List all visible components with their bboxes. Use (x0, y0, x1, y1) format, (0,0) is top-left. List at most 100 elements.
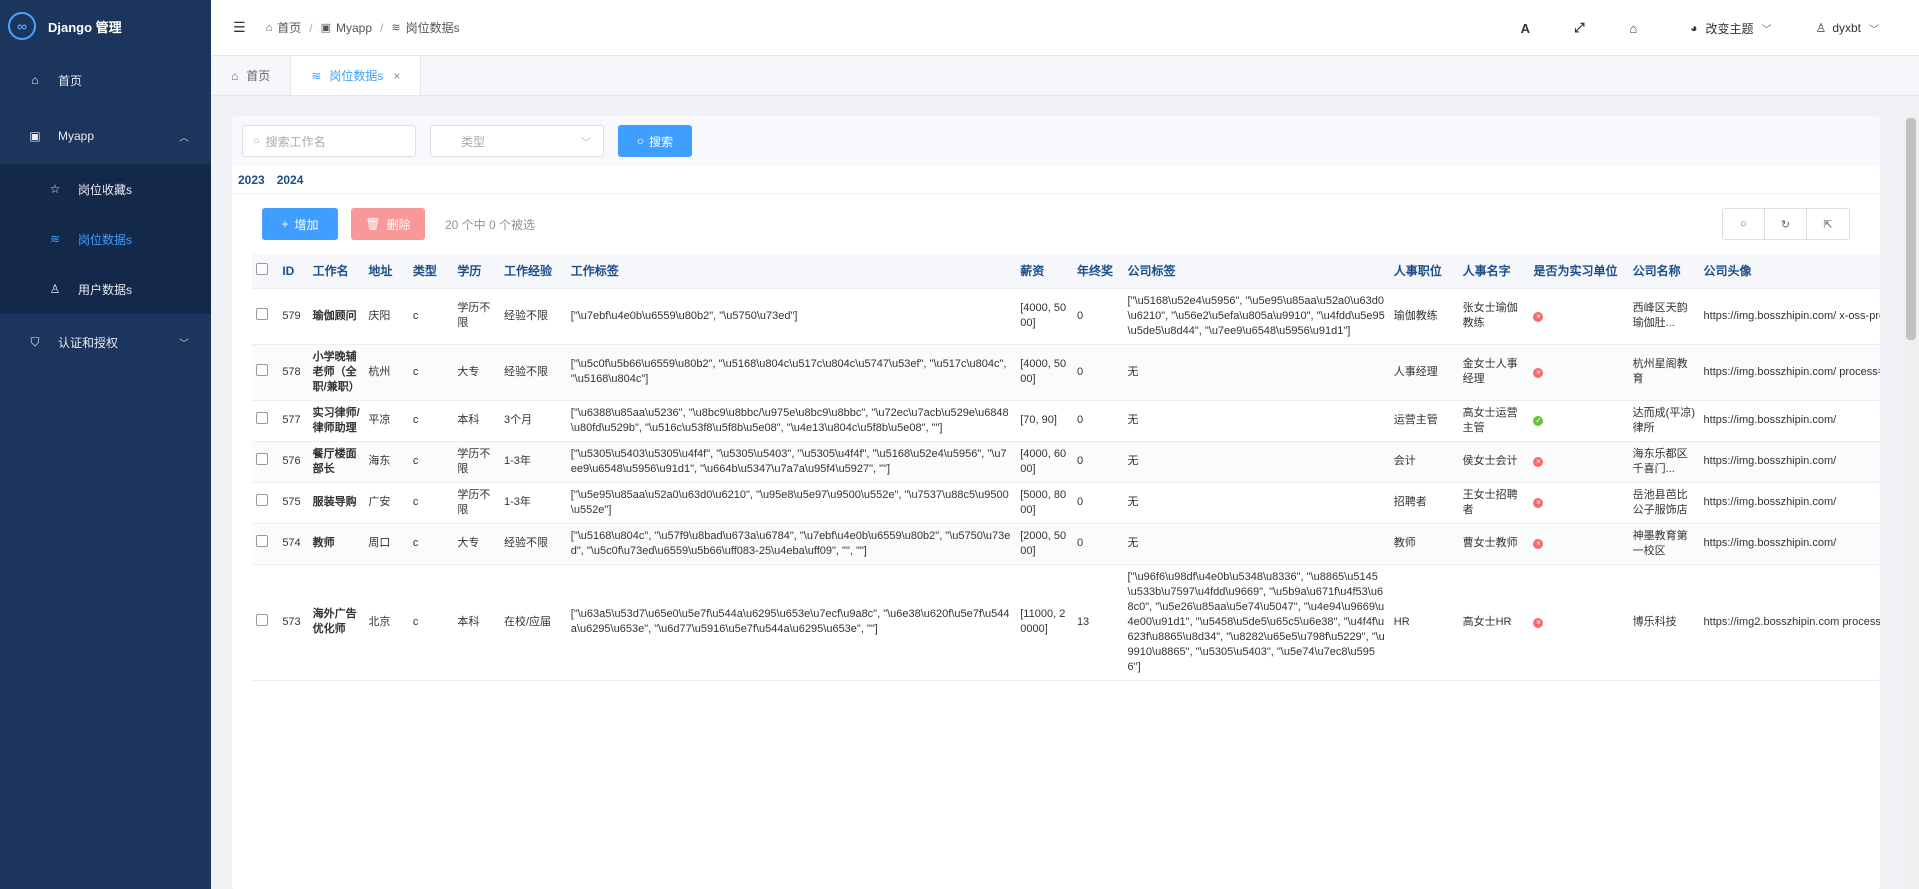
sidebar-item-job-favorites[interactable]: ☆ 岗位收藏s (0, 164, 211, 214)
year-filter: 2023 2024 (232, 166, 1880, 194)
table-row[interactable]: 576 餐厅楼面部长 海东 c 学历不限 1-3年 ["\u5305\u5403… (252, 441, 1880, 483)
table-row[interactable]: 579 瑜伽顾问 庆阳 c 学历不限 经验不限 ["\u7ebf\u4e0b\u… (252, 288, 1880, 345)
column-header[interactable]: 公司头像 (1699, 254, 1880, 289)
add-button[interactable]: + 增加 (262, 208, 338, 240)
django-logo-icon: ∞ (8, 12, 36, 40)
type-select-placeholder: 类型 (461, 134, 486, 149)
cell-job-name-link[interactable]: 服装导购 (308, 482, 365, 524)
cell-company-avatar: https://img.bosszhipin.com/ (1699, 441, 1880, 483)
tab-label: 首页 (246, 69, 271, 83)
table-row[interactable]: 575 服装导购 广安 c 学历不限 1-3年 ["\u5e95\u85aa\u… (252, 482, 1880, 524)
sidebar-item-auth[interactable]: ⛉ 认证和授权 ﹀ (0, 314, 211, 370)
cell-experience: 经验不限 (499, 523, 567, 565)
cell-hr-position: 招聘者 (1389, 482, 1459, 524)
column-header[interactable]: 地址 (364, 254, 409, 289)
sidebar-item-job-data[interactable]: ≋ 岗位数据s (0, 214, 211, 264)
cell-address: 周口 (364, 523, 409, 565)
sidebar-item-home[interactable]: ⌂ 首页 (0, 52, 211, 108)
table-row[interactable]: 573 海外广告优化师 北京 c 本科 在校/应届 ["\u63a5\u53d7… (252, 564, 1880, 681)
search-button[interactable]: ○ 搜索 (618, 125, 692, 157)
cell-company-avatar: https://img2.bosszhipin.com process=imag… (1699, 564, 1880, 681)
cell-job-name-link[interactable]: 小学晚辅老师（全职/兼职） (308, 344, 365, 401)
row-checkbox[interactable] (256, 307, 268, 320)
cell-education: 学历不限 (453, 482, 500, 524)
cell-hr-name: 曹女士教师 (1458, 523, 1530, 565)
search-icon[interactable]: ○ (1723, 209, 1765, 239)
chevron-down-icon: ﹀ (1869, 24, 1879, 36)
cell-company-tags: 无 (1123, 523, 1390, 565)
row-checkbox[interactable] (256, 363, 268, 376)
vertical-scrollbar[interactable] (1903, 116, 1919, 889)
row-checkbox[interactable] (256, 535, 268, 547)
column-header[interactable]: 类型 (408, 254, 454, 289)
user-dropdown[interactable]: ♙ dyxbt ﹀ (1816, 21, 1879, 36)
cell-hr-position: HR (1389, 564, 1459, 681)
cell-job-name-link[interactable]: 瑜伽顾问 (308, 288, 365, 345)
table-row[interactable]: 578 小学晚辅老师（全职/兼职） 杭州 c 大专 经验不限 ["\u5c0f\… (252, 344, 1880, 401)
brand[interactable]: ∞ Django 管理 (0, 0, 211, 52)
false-icon: × (1533, 457, 1544, 467)
column-header[interactable]: 学历 (453, 254, 500, 289)
export-icon[interactable]: ⇱ (1807, 209, 1849, 239)
column-header[interactable]: 人事名字 (1458, 254, 1530, 289)
theme-dropdown[interactable]: ◕ 改变主题 ﹀ (1690, 20, 1771, 37)
cell-bonus: 0 (1072, 400, 1124, 442)
breadcrumb-home[interactable]: 首页 (277, 19, 301, 36)
cell-job-name-link[interactable]: 餐厅楼面部长 (308, 441, 365, 483)
column-header[interactable]: 公司名称 (1628, 254, 1700, 289)
menu-toggle-icon[interactable]: ☰ (233, 19, 246, 36)
home-icon[interactable]: ⌂ (1606, 21, 1660, 36)
table-row[interactable]: 574 教师 周口 c 大专 经验不限 ["\u5168\u804c", "\u… (252, 523, 1880, 565)
row-checkbox[interactable] (256, 613, 268, 626)
cell-job-name-link[interactable]: 实习律师/律师助理 (308, 400, 365, 442)
column-header[interactable]: 人事职位 (1389, 254, 1459, 289)
cell-job-name-link[interactable]: 教师 (308, 523, 365, 565)
close-icon[interactable]: × (393, 69, 400, 83)
column-header[interactable]: 公司标签 (1123, 254, 1390, 289)
tab-job-data[interactable]: ≋ 岗位数据s × (291, 56, 422, 95)
plus-icon: + (281, 217, 289, 231)
column-header[interactable]: 薪资 (1016, 254, 1073, 289)
row-checkbox[interactable] (256, 494, 268, 506)
cell-company-name: 西峰区天韵瑜伽肚... (1628, 288, 1700, 345)
refresh-icon[interactable]: ↻ (1765, 209, 1807, 239)
column-header[interactable]: 年终奖 (1072, 254, 1124, 289)
row-checkbox[interactable] (256, 412, 268, 424)
column-header[interactable]: 工作标签 (566, 254, 1017, 289)
home-icon: ⌂ (265, 21, 273, 34)
year-link[interactable]: 2024 (277, 173, 304, 187)
cell-job-name-link[interactable]: 海外广告优化师 (308, 564, 365, 681)
search-input[interactable]: ○ 搜索工作名 (242, 125, 416, 157)
sidebar-item-user-data[interactable]: ♙ 用户数据s (0, 264, 211, 314)
star-icon: ☆ (49, 182, 61, 196)
scrollbar-thumb[interactable] (1906, 118, 1916, 340)
cell-bonus: 0 (1072, 441, 1124, 483)
column-header[interactable]: 工作经验 (499, 254, 567, 289)
breadcrumb-myapp[interactable]: Myapp (336, 21, 372, 35)
search-icon: ○ (253, 135, 260, 147)
year-link[interactable]: 2023 (238, 173, 265, 187)
font-size-icon[interactable]: A (1498, 21, 1552, 36)
column-header[interactable]: 是否为实习单位 (1529, 254, 1629, 289)
table-row[interactable]: 577 实习律师/律师助理 平凉 c 本科 3个月 ["\u6388\u85aa… (252, 400, 1880, 442)
sidebar-item-label: 用户数据s (78, 282, 133, 297)
tab-home[interactable]: ⌂ 首页 (211, 56, 292, 95)
type-select[interactable]: 类型 ﹀ (430, 125, 604, 157)
row-checkbox[interactable] (256, 453, 268, 465)
table-tools: ○ ↻ ⇱ (1722, 208, 1850, 240)
cell-job-tags: ["\u5168\u804c", "\u57f9\u8bad\u673a\u67… (566, 523, 1017, 565)
sidebar-item-myapp[interactable]: ▣ Myapp ︿ (0, 108, 211, 164)
cell-hr-position: 会计 (1389, 441, 1459, 483)
column-header[interactable]: ID (278, 254, 309, 289)
fullscreen-icon[interactable]: ⤢ (1552, 20, 1606, 36)
myapp-submenu: ☆ 岗位收藏s ≋ 岗位数据s ♙ 用户数据s (0, 164, 211, 314)
delete-button[interactable]: 🗑 删除 (351, 208, 425, 240)
cell-id: 575 (278, 482, 309, 524)
cell-hr-position: 瑜伽教练 (1389, 288, 1459, 345)
column-header[interactable]: 工作名 (308, 254, 365, 289)
app-icon: ▣ (29, 129, 41, 143)
cell-company-name: 博乐科技 (1628, 564, 1700, 681)
header-actions: A ⤢ ⌂ ◕ 改变主题 ﹀ ♙ dyxbt ﹀ (1498, 0, 1919, 56)
select-all-checkbox[interactable] (256, 263, 268, 276)
cell-education: 学历不限 (453, 288, 500, 345)
